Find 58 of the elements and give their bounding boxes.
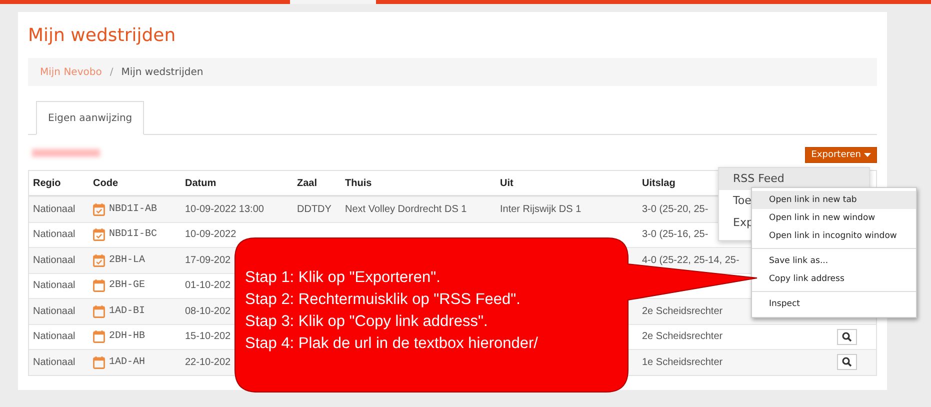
table-cell: DDTDY xyxy=(297,204,332,215)
export-button[interactable]: Exporteren xyxy=(805,146,877,162)
table-cell: 1e Scheidsrechter xyxy=(642,356,723,368)
table-cell: 2BH-LA xyxy=(109,254,146,266)
table-cell-text: Nationaal xyxy=(32,356,76,370)
table-cell-text: Nationaal xyxy=(32,330,76,344)
menu-item[interactable]: Open link in new tab xyxy=(752,191,916,209)
table-cell: 2DH-HB xyxy=(109,331,146,342)
caret-icon xyxy=(864,152,871,156)
table-cell: 10-09-2022 13:00 xyxy=(185,204,264,215)
column-header: Uit xyxy=(500,178,514,188)
table-cell: Next Volley Dordrecht DS 1 xyxy=(345,204,467,215)
table-cell: NBD1I-AB xyxy=(109,204,158,215)
column-header: Datum xyxy=(185,178,216,188)
callout-text: Stap 1: Klik op "Exporteren". xyxy=(245,268,440,288)
callout-text: Stap 4: Plak de url in de textbox hieronder/ xyxy=(245,334,538,354)
column-header: Regio xyxy=(33,178,61,188)
table-cell: 01-10-202 xyxy=(185,280,231,292)
table-cell: 1AD-BI xyxy=(109,306,146,317)
table-cell: 4-0 (25-22, 25-14, 25- xyxy=(642,254,740,266)
search-icon xyxy=(842,357,852,368)
column-header: Code xyxy=(93,178,118,188)
table-cell: 10-09-2022 xyxy=(185,229,236,240)
table-cell: 2e Scheidsrechter xyxy=(642,331,723,342)
table-cell-text: Nationaal xyxy=(32,254,76,268)
search-icon xyxy=(842,332,852,342)
tab[interactable]: Eigen aanwijzing xyxy=(36,101,144,135)
table-cell-text: Nationaal xyxy=(32,228,76,242)
table-cell: 2BH-GE xyxy=(109,280,146,292)
menu-item[interactable]: Save link as... xyxy=(752,252,916,270)
table-cell: NBD1I-BC xyxy=(109,229,158,240)
table-cell: 08-10-202 xyxy=(185,306,231,317)
table-cell: 1AD-AH xyxy=(109,356,146,368)
breadcrumb-separator: / xyxy=(110,66,114,78)
blurred-label xyxy=(32,148,100,156)
table-cell: 2e Scheidsrechter xyxy=(642,306,723,317)
table-cell: 3-0 (25-20, 25- xyxy=(642,204,708,215)
table-cell: Inter Rijswijk DS 1 xyxy=(500,204,582,215)
table-cell: 3-0 (25-16, 25- xyxy=(642,229,708,240)
menu-item[interactable]: Open link in new window xyxy=(752,209,916,227)
table-cell-text: Nationaal xyxy=(32,279,76,294)
table-cell: 17-09-202 xyxy=(185,254,231,266)
column-header: Uitslag xyxy=(642,178,676,188)
table-cell: 22-10-202 xyxy=(185,356,231,368)
table-cell: 15-10-202 xyxy=(185,331,231,342)
menu-item[interactable]: Open link in incognito window xyxy=(752,227,916,245)
column-header: Zaal xyxy=(297,178,318,188)
column-header: Thuis xyxy=(345,178,372,188)
table-cell-text: Nationaal xyxy=(32,202,76,217)
table-cell-text: Nationaal xyxy=(32,304,76,319)
callout-text: Stap 3: Klik op "Copy link address". xyxy=(245,312,488,332)
breadcrumb-current: Mijn wedstrijden xyxy=(121,66,204,78)
menu-item[interactable]: Inspect xyxy=(752,295,916,313)
menu-item[interactable]: Copy link address xyxy=(752,270,916,288)
callout-text: Stap 2: Rechtermuisklik op "RSS Feed". xyxy=(245,290,520,310)
page-title: Mijn wedstrijden xyxy=(28,24,177,45)
search-button[interactable] xyxy=(837,354,857,370)
search-button[interactable] xyxy=(837,328,857,345)
